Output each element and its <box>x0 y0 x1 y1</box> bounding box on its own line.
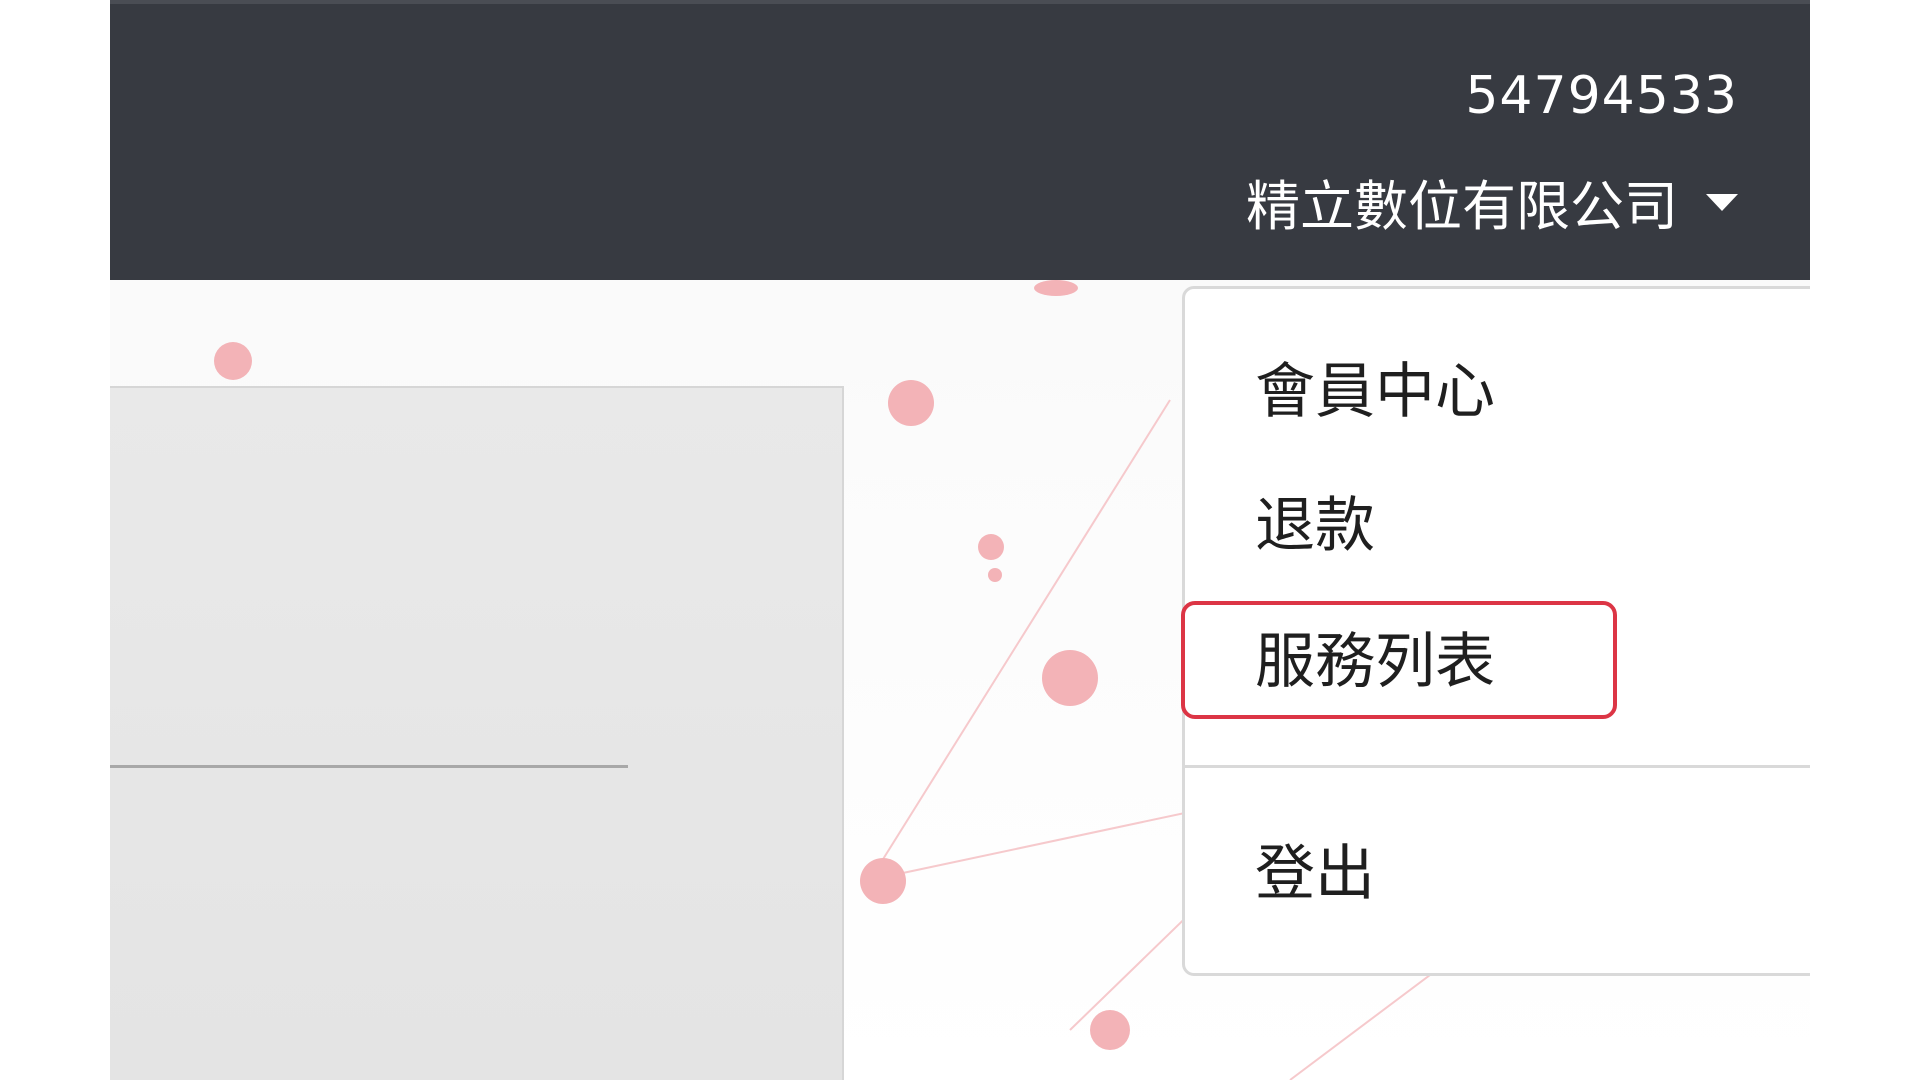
company-dropdown-toggle[interactable]: 精立數位有限公司 <box>1246 162 1738 241</box>
menu-item-refund[interactable]: 退款 <box>1255 496 1375 556</box>
menu-item-service-list[interactable]: 服務列表 <box>1255 632 1495 692</box>
page-viewport: 54794533 精立數位有限公司 會員中心 退款 服務列表 登出 <box>110 0 1810 1080</box>
menu-divider <box>1185 765 1810 768</box>
decor-dot <box>1034 280 1078 296</box>
account-id: 54794533 <box>1465 66 1738 126</box>
company-name: 精立數位有限公司 <box>1246 175 1678 238</box>
user-dropdown-menu: 會員中心 退款 服務列表 登出 <box>1181 286 1810 976</box>
decor-dot <box>888 380 934 426</box>
decor-dot <box>978 534 1004 560</box>
decor-dot <box>1042 650 1098 706</box>
decor-dot <box>1090 1010 1130 1050</box>
decor-dot <box>214 342 252 380</box>
menu-item-logout[interactable]: 登出 <box>1255 844 1375 904</box>
caret-down-icon <box>1706 194 1738 211</box>
screen: 54794533 精立數位有限公司 會員中心 退款 服務列表 登出 <box>0 0 1920 1080</box>
top-navbar: 54794533 精立數位有限公司 <box>110 0 1810 280</box>
decor-dot <box>988 568 1002 582</box>
menu-item-member-center[interactable]: 會員中心 <box>1255 362 1495 422</box>
decor-dot <box>860 858 906 904</box>
